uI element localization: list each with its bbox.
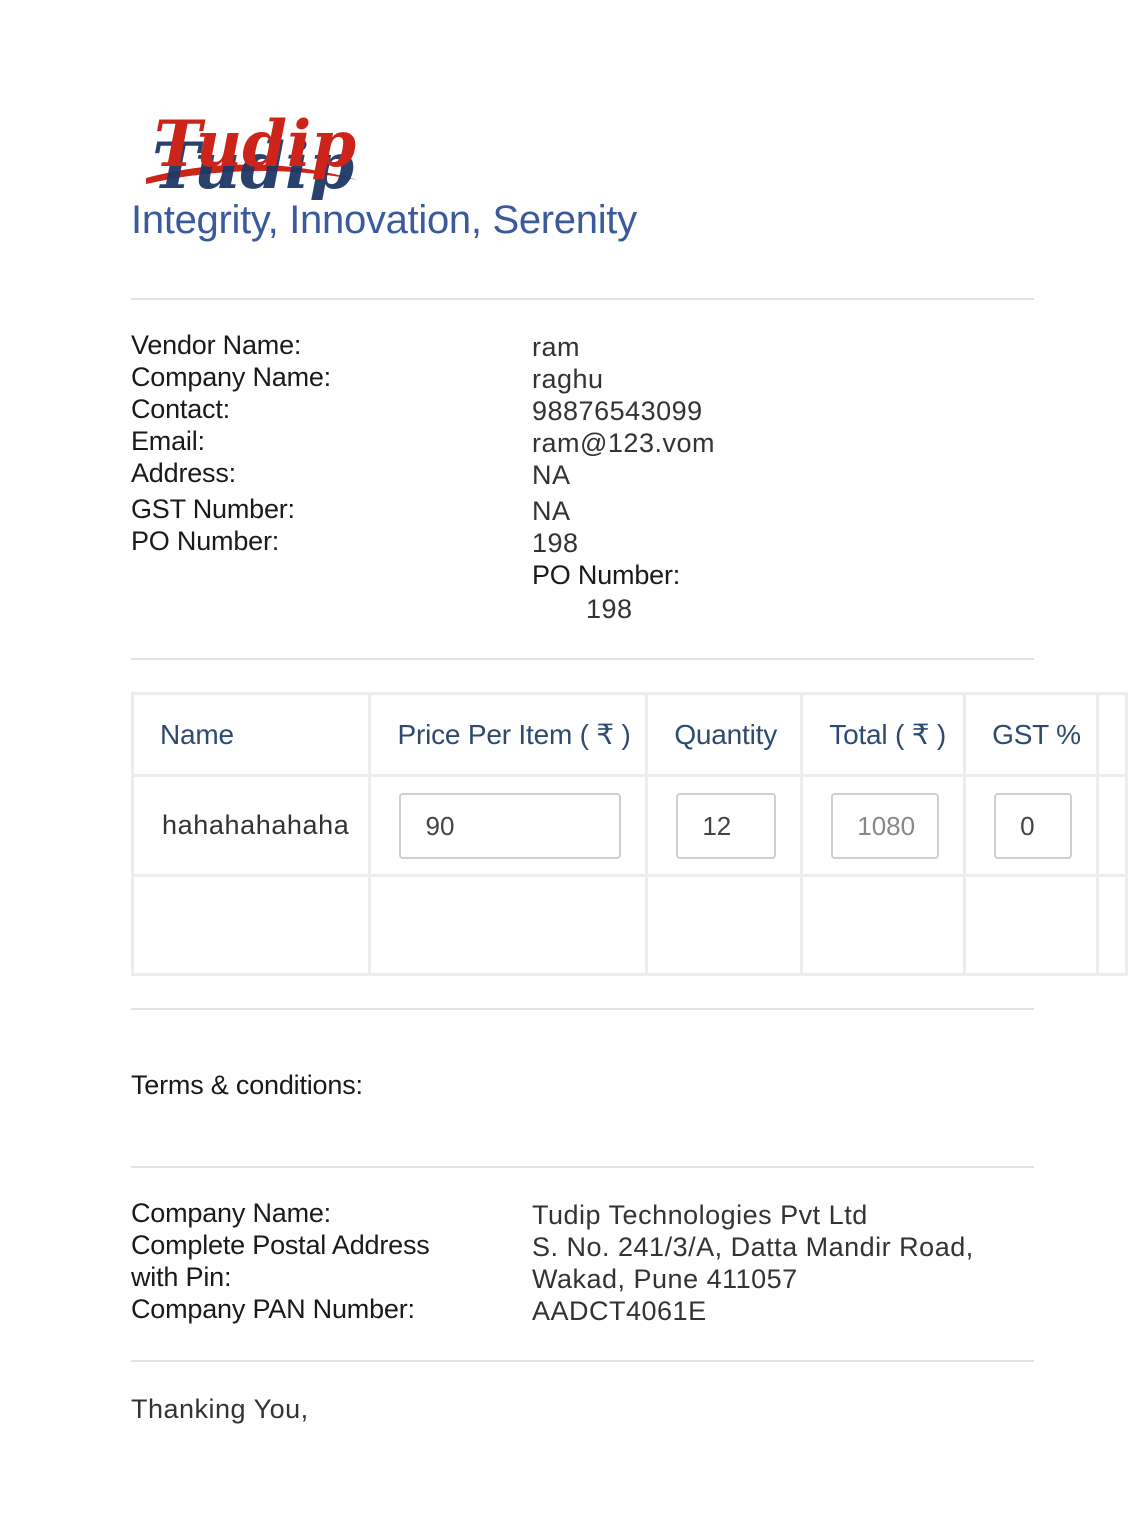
item-name: hahahahahaha: [130, 774, 372, 877]
total-cell: 1080: [800, 774, 967, 877]
divider: [131, 658, 1034, 660]
overflow-cell: [1095, 774, 1128, 877]
email-label: Email:: [131, 426, 205, 456]
quantity-input[interactable]: 12: [676, 792, 777, 859]
company-name-value: raghu: [532, 364, 604, 394]
tagline: Integrity, Innovation, Serenity: [131, 198, 637, 242]
column-header-total: Total ( ₹ ): [800, 692, 967, 777]
column-header-overflow: [1095, 692, 1128, 777]
po-number-value: 198: [532, 528, 579, 558]
divider: [131, 298, 1034, 300]
table-row-empty: [130, 874, 1128, 976]
postal-address-label-pin: with Pin:: [131, 1262, 232, 1292]
postal-address-label: Complete Postal Address: [131, 1230, 430, 1260]
postal-address-value-line1: S. No. 241/3/A, Datta Mandir Road,: [532, 1232, 974, 1262]
svg-text:Tudip: Tudip: [154, 107, 356, 182]
divider: [131, 1360, 1034, 1362]
contact-label: Contact:: [131, 394, 230, 424]
contact-value: 98876543099: [532, 396, 703, 426]
price-cell: 90: [368, 774, 649, 877]
po-number-extra-label: PO Number:: [532, 560, 681, 590]
divider: [131, 1008, 1034, 1010]
closing-text: Thanking You,: [131, 1394, 309, 1424]
column-header-name: Name: [130, 692, 372, 777]
quantity-cell: 12: [645, 774, 804, 877]
items-table: Name Price Per Item ( ₹ ) Quantity Total…: [130, 692, 1128, 976]
vendor-name-label: Vendor Name:: [131, 330, 302, 360]
column-header-gst: GST %: [963, 692, 1099, 777]
address-label: Address:: [131, 458, 236, 488]
column-header-quantity: Quantity: [645, 692, 804, 777]
po-number-extra-value: 198: [586, 594, 633, 624]
vendor-name-value: ram: [532, 332, 580, 362]
gst-number-value: NA: [532, 496, 571, 526]
table-header-row: Name Price Per Item ( ₹ ) Quantity Total…: [130, 692, 1128, 777]
tudip-logo: Tudip Tudip: [146, 107, 358, 200]
column-header-price: Price Per Item ( ₹ ): [368, 692, 649, 777]
price-input[interactable]: 90: [399, 792, 622, 859]
postal-address-value-line2: Wakad, Pune 411057: [532, 1264, 798, 1294]
company-name-label: Company Name:: [131, 362, 331, 392]
company-name-label-footer: Company Name:: [131, 1198, 331, 1228]
address-value: NA: [532, 460, 571, 490]
pan-number-label: Company PAN Number:: [131, 1294, 415, 1324]
po-number-label: PO Number:: [131, 526, 280, 556]
pan-number-value: AADCT4061E: [532, 1296, 707, 1326]
gst-input[interactable]: 0: [994, 792, 1073, 859]
gst-cell: 0: [963, 774, 1099, 877]
email-value: ram@123.vom: [532, 428, 715, 458]
terms-label: Terms & conditions:: [131, 1070, 363, 1100]
divider: [131, 1166, 1034, 1168]
company-name-value-footer: Tudip Technologies Pvt Ltd: [532, 1200, 868, 1230]
table-row: hahahahahaha 90 12 1080 0: [130, 774, 1128, 877]
gst-number-label: GST Number:: [131, 494, 295, 524]
total-input: 1080: [831, 792, 940, 859]
